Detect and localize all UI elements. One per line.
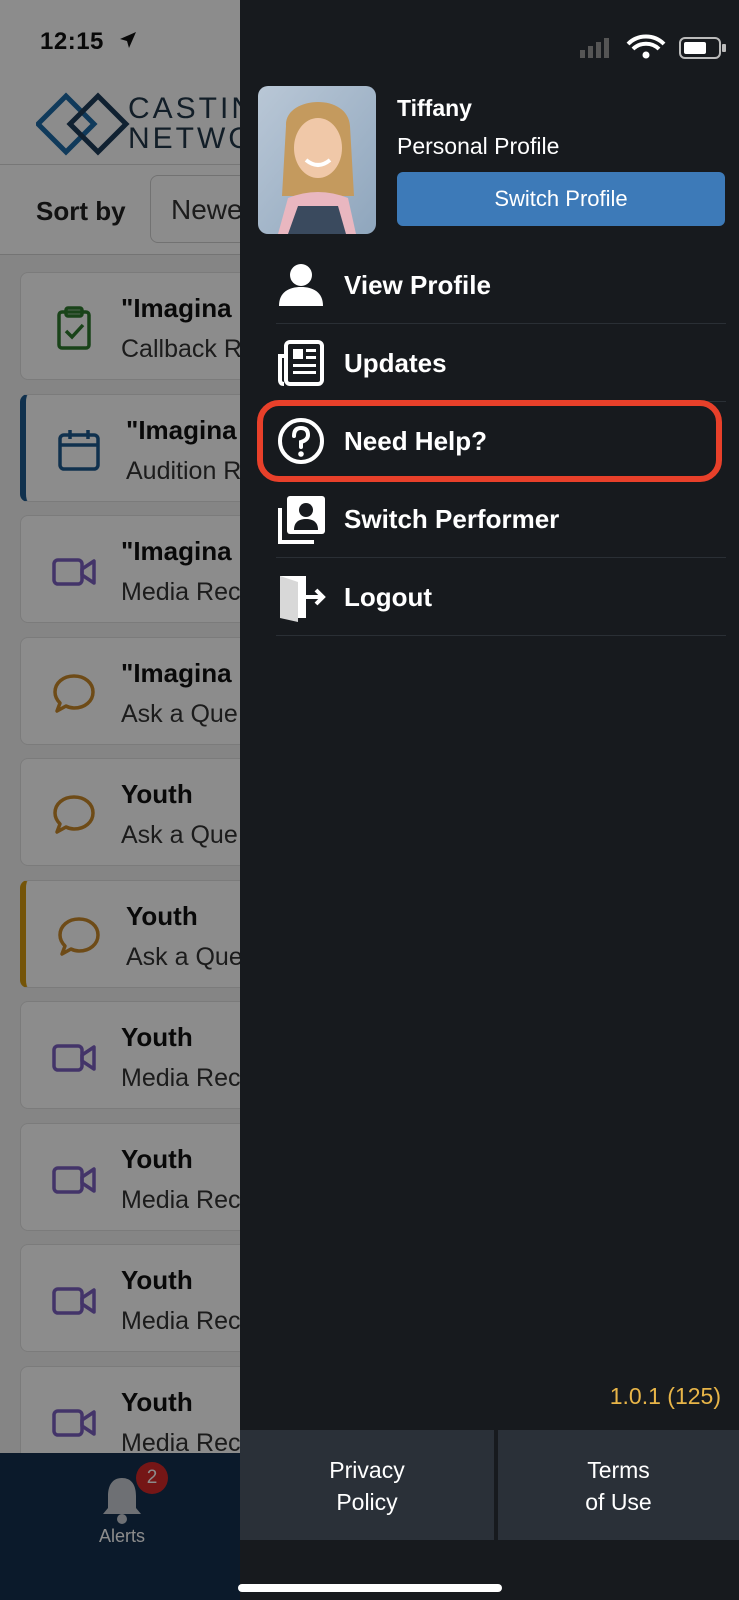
logout-door-icon [280,576,326,622]
person-icon [279,264,323,306]
wifi-icon [626,34,666,59]
avatar-photo [258,86,376,234]
terms-of-use-link[interactable]: Terms of Use [498,1430,739,1540]
menu-item-logout[interactable]: Logout [276,558,726,636]
menu-item-label: Switch Performer [344,504,560,534]
home-indicator [238,1584,502,1592]
menu-item-updates[interactable]: Updates [276,324,726,402]
switch-profile-button[interactable]: Switch Profile [397,172,725,226]
privacy-policy-link[interactable]: Privacy Policy [240,1430,494,1540]
app-version: 1.0.1 (125) [609,1383,721,1409]
profile-type: Personal Profile [397,133,560,159]
menu-item-view-profile[interactable]: View Profile [276,246,726,324]
newspaper-icon [278,340,324,386]
side-drawer: Tiffany Personal Profile Switch Profile … [240,0,739,1600]
need-help-highlight [257,400,722,482]
menu-item-switch-performer[interactable]: Switch Performer [276,480,726,558]
privacy-policy-label: Privacy Policy [329,1457,405,1515]
menu-item-label: View Profile [344,270,491,300]
drawer-footer: Privacy Policy Terms of Use [240,1430,739,1540]
status-indicators [580,34,726,59]
menu-item-label: Logout [344,582,433,612]
profile-name: Tiffany [397,95,472,121]
cellular-signal-icon [580,38,609,58]
switch-performer-icon [278,496,325,544]
battery-icon [679,37,726,59]
terms-of-use-label: Terms of Use [585,1457,652,1515]
menu-item-label: Updates [344,348,447,378]
profile-avatar[interactable] [258,86,376,234]
